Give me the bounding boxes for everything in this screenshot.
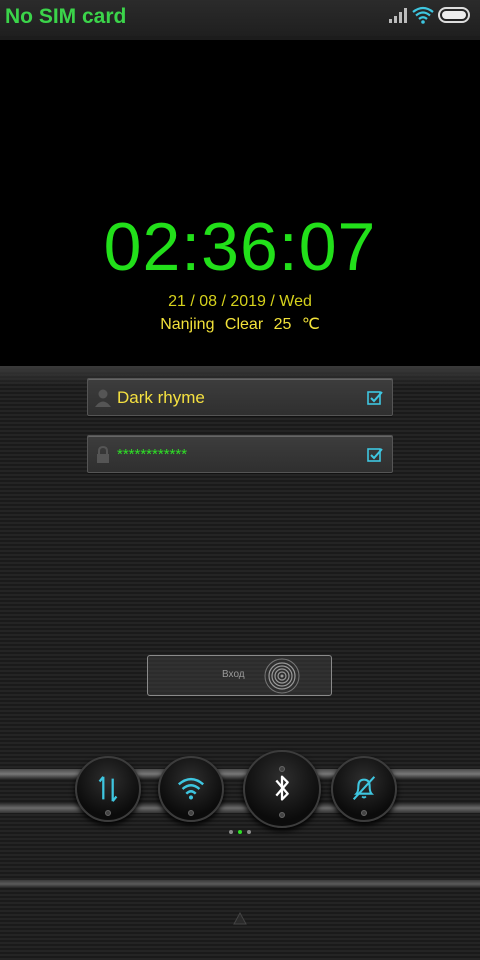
status-icons: [388, 6, 472, 24]
lock-icon: [97, 445, 109, 463]
login-button[interactable]: Вход: [147, 655, 332, 696]
toggle-indicator: [105, 810, 111, 816]
bluetooth-toggle[interactable]: [243, 750, 321, 828]
dock-rail: [0, 769, 480, 779]
login-button-label: Вход: [222, 669, 245, 680]
clock-widget: 02:36:07 21 / 08 / 2019 / Wed Nanjing Cl…: [0, 40, 480, 366]
checkbox-icon[interactable]: [367, 447, 383, 463]
bottom-rail: [0, 880, 480, 888]
weather-info: Nanjing Clear 25 ℃: [160, 316, 320, 333]
password-value: ************: [117, 446, 188, 463]
password-field[interactable]: ************: [87, 435, 393, 473]
dock-rail: [0, 803, 480, 813]
toggle-indicator: [188, 810, 194, 816]
user-icon: [95, 389, 111, 407]
status-bar: No SIM card: [0, 0, 480, 36]
page-dot: [247, 830, 251, 834]
battery-icon: [438, 7, 470, 23]
wifi-toggle[interactable]: [158, 756, 224, 822]
unlock-arrow-icon[interactable]: [232, 912, 248, 926]
toggle-indicator: [279, 766, 285, 772]
silent-toggle[interactable]: [331, 756, 397, 822]
page-indicator: [229, 830, 251, 834]
username-value: Dark rhyme: [117, 388, 205, 407]
username-field[interactable]: Dark rhyme: [87, 378, 393, 416]
data-toggle[interactable]: [75, 756, 141, 822]
carrier-label: No SIM card: [5, 5, 127, 28]
checkbox-icon[interactable]: [367, 390, 383, 406]
clock-date: 21 / 08 / 2019 / Wed: [168, 293, 312, 310]
toggle-indicator: [361, 810, 367, 816]
clock-time: 02:36:07: [103, 209, 377, 285]
wifi-icon: [412, 6, 434, 24]
toggle-indicator: [279, 812, 285, 818]
page-dot-active: [238, 830, 242, 834]
page-dot: [229, 830, 233, 834]
signal-icon: [389, 8, 407, 23]
fingerprint-icon[interactable]: [263, 657, 301, 695]
